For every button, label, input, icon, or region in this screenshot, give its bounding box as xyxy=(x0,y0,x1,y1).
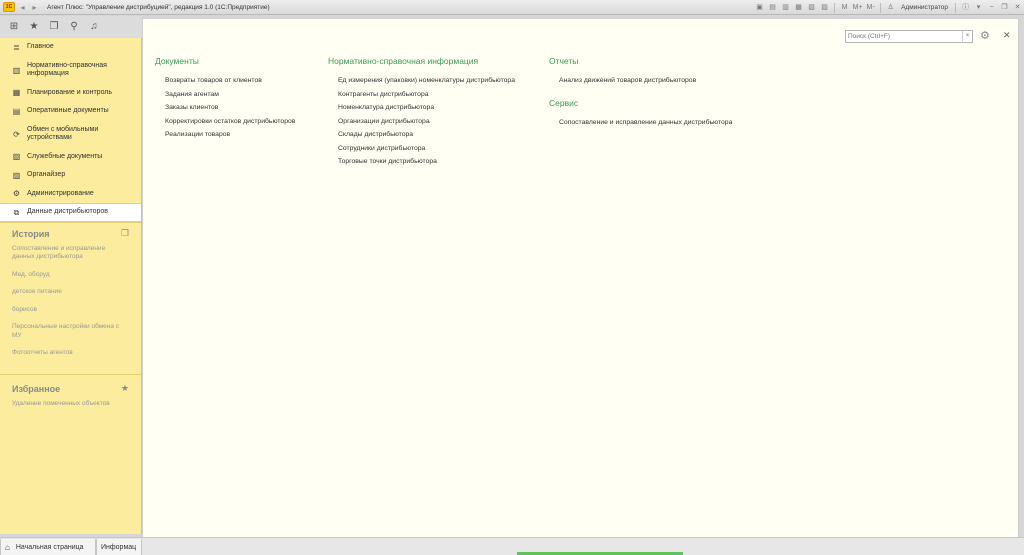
search-clear-icon[interactable]: × xyxy=(962,31,972,42)
documents-column: Документы Возвраты товаров от клиентов З… xyxy=(155,56,295,142)
print-icon[interactable]: ▤ xyxy=(767,2,778,13)
reports-title: Отчеты xyxy=(549,56,579,66)
history-icon[interactable]: ❐ xyxy=(121,228,129,239)
service-title: Сервис xyxy=(549,97,579,108)
restore-icon[interactable]: ❐ xyxy=(999,2,1010,13)
link-goods-movement-report[interactable]: Анализ движений товаров дистрибьюторов xyxy=(549,74,732,88)
reference-title: Нормативно-справочная информация xyxy=(328,56,479,66)
user-icon: ♙ xyxy=(887,4,894,11)
back-icon[interactable]: ◂ xyxy=(18,3,27,12)
distributor-icon: ⧉ xyxy=(13,207,20,217)
sidebar-item-reference[interactable]: ▥ Нормативно-справочная информация xyxy=(0,57,141,84)
link-client-orders[interactable]: Заказы клиентов xyxy=(155,101,295,115)
sidebar-item-mobile-exchange[interactable]: ⟳ Обмен с мобильными устройствами xyxy=(0,121,141,148)
sidebar-item-service-docs[interactable]: ▧ Служебные документы xyxy=(0,148,141,167)
user-name[interactable]: Администратор xyxy=(901,4,948,11)
link-returns[interactable]: Возвраты товаров от клиентов xyxy=(165,77,262,84)
history-item[interactable]: Персональные настройки обмена с МУ xyxy=(12,323,129,340)
link-organizations[interactable]: Организации дистрибьютора xyxy=(328,115,515,129)
link-agent-tasks[interactable]: Задания агентам xyxy=(155,88,295,102)
reports-column: Отчеты Анализ движений товаров дистрибью… xyxy=(549,56,732,129)
history-item[interactable]: Фотоотчеты агентов xyxy=(12,349,129,358)
sidebar: ≣ Главное ▥ Нормативно-справочная информ… xyxy=(0,38,142,534)
star-icon[interactable]: ★ xyxy=(121,383,129,394)
sidebar-item-administration[interactable]: ⚙ Администрирование xyxy=(0,185,141,204)
app-logo-icon: 1С xyxy=(3,2,15,12)
link-sales[interactable]: Реализации товаров xyxy=(155,128,295,142)
books-icon: ▥ xyxy=(12,65,21,75)
menu-icon[interactable]: ▾ xyxy=(973,2,984,13)
documents-icon: ▤ xyxy=(12,106,21,116)
apps-grid-icon[interactable]: ⊞ xyxy=(8,21,20,33)
list-icon: ≣ xyxy=(13,42,20,52)
history-title: История xyxy=(12,228,50,239)
link-units[interactable]: Ед измерения (упаковки) номенклатуры дис… xyxy=(328,74,515,88)
favorites-panel: Избранное ★ Удаление помеченных объектов xyxy=(0,373,141,524)
bottom-tabs-bar: ⌂ Начальная страница Информац xyxy=(0,537,1024,555)
minimize-icon[interactable]: − xyxy=(986,2,997,13)
planning-icon: ▦ xyxy=(12,88,21,98)
gear-icon: ⚙ xyxy=(12,189,21,199)
close-panel-icon[interactable]: ✕ xyxy=(1003,30,1011,41)
favorites-title: Избранное xyxy=(12,383,61,394)
star-icon[interactable]: ★ xyxy=(28,21,40,33)
history-icon[interactable]: ❐ xyxy=(48,21,60,33)
history-panel: История ❐ Сопоставление и исправление да… xyxy=(0,221,141,374)
mem-m-button[interactable]: M xyxy=(839,2,850,13)
search-input[interactable] xyxy=(846,31,963,42)
bell-icon[interactable]: ♫ xyxy=(88,21,100,33)
save-icon[interactable]: ▣ xyxy=(754,2,765,13)
title-bar-tools: ▣ ▤ ▥ ▦ ▧ ▨ M M+ M- ♙ Администратор ⓘ ▾ … xyxy=(753,0,1024,15)
tab-info-label: Информац xyxy=(101,543,137,551)
sidebar-item-organizer[interactable]: ▨ Органайзер xyxy=(0,166,141,185)
search-box: × xyxy=(845,30,973,43)
sync-icon: ⟳ xyxy=(13,129,20,139)
mem-plus-button[interactable]: M+ xyxy=(852,2,863,13)
history-item[interactable]: детское питание xyxy=(12,288,129,297)
compare-icon[interactable]: ▨ xyxy=(819,2,830,13)
link-outlets[interactable]: Торговые точки дистрибьютора xyxy=(328,155,515,169)
link-employees[interactable]: Сотрудники дистрибьютора xyxy=(328,142,515,156)
link-data-matching[interactable]: Сопоставление и исправление данных дистр… xyxy=(549,116,732,130)
title-bar: 1С ◂ ▸ Агент Плюс: "Управление дистрибуц… xyxy=(0,0,1024,15)
link-counterparties[interactable]: Контрагенты дистрибьютора xyxy=(328,88,515,102)
sidebar-item-operational-docs[interactable]: ▤ Оперативные документы xyxy=(0,102,141,121)
tab-home-label: Начальная страница xyxy=(15,543,84,551)
calendar-icon[interactable]: ▧ xyxy=(806,2,817,13)
search-icon[interactable]: ⚲ xyxy=(68,21,80,33)
history-item[interactable]: борисов xyxy=(12,306,129,315)
calc-icon[interactable]: ▦ xyxy=(793,2,804,13)
sidebar-item-main[interactable]: ≣ Главное xyxy=(0,38,141,57)
quick-toolbar: ⊞ ★ ❐ ⚲ ♫ xyxy=(0,16,142,38)
tab-info[interactable]: Информац xyxy=(96,539,142,555)
favorites-item[interactable]: Удаление помеченных объектов xyxy=(12,400,129,409)
forward-icon[interactable]: ▸ xyxy=(30,3,39,12)
window-title: Агент Плюс: "Управление дистрибуцией", р… xyxy=(47,3,270,11)
close-icon[interactable]: ✕ xyxy=(1012,2,1023,13)
link-nomenclature[interactable]: Номенклатура дистрибьютора xyxy=(328,101,515,115)
link-warehouses[interactable]: Склады дистрибьютора xyxy=(328,128,515,142)
info-icon[interactable]: ⓘ xyxy=(960,2,971,13)
documents-title: Документы xyxy=(155,56,199,66)
home-icon: ⌂ xyxy=(5,542,10,552)
history-item[interactable]: Мед. оборуд xyxy=(12,271,129,280)
link-stock-adjustments[interactable]: Корректировки остатков дистрибьюторов xyxy=(155,115,295,129)
mem-minus-button[interactable]: M- xyxy=(865,2,876,13)
service-docs-icon: ▧ xyxy=(12,152,21,162)
tab-home[interactable]: ⌂ Начальная страница xyxy=(0,539,96,555)
history-item[interactable]: Сопоставление и исправление данных дистр… xyxy=(12,245,129,262)
organizer-icon: ▨ xyxy=(12,170,21,180)
main-panel: × ⚙ ✕ Документы Возвраты товаров от клие… xyxy=(142,18,1019,551)
sidebar-item-distributor-data[interactable]: ⧉ Данные дистрибьюторов xyxy=(0,203,141,222)
copy-icon[interactable]: ▥ xyxy=(780,2,791,13)
reference-column: Нормативно-справочная информация Ед изме… xyxy=(328,56,515,169)
settings-gear-icon[interactable]: ⚙ xyxy=(980,29,990,42)
sidebar-item-planning[interactable]: ▦ Планирование и контроль xyxy=(0,84,141,103)
